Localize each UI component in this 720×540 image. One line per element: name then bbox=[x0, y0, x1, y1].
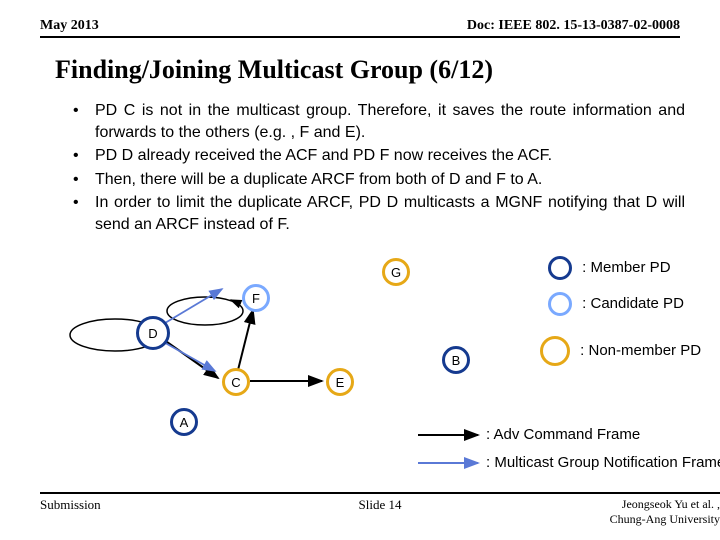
legend-candidate: : Candidate PD bbox=[548, 292, 684, 316]
footer-left: Submission bbox=[40, 497, 101, 513]
bullet-list: PD C is not in the multicast group. Ther… bbox=[65, 100, 685, 238]
node-d: D bbox=[136, 316, 170, 350]
header-date: May 2013 bbox=[40, 18, 99, 34]
node-c: C bbox=[222, 368, 250, 396]
node-g: G bbox=[382, 258, 410, 286]
bullet-item: PD D already received the ACF and PD F n… bbox=[65, 145, 685, 167]
footer: Submission Slide 14 Jeongseok Yu et al. … bbox=[40, 492, 720, 526]
legend-nonmember: : Non-member PD bbox=[540, 336, 701, 366]
footer-right: Jeongseok Yu et al. , Chung-Ang Universi… bbox=[610, 497, 720, 526]
node-f: F bbox=[242, 284, 270, 312]
candidate-dot-icon bbox=[548, 292, 572, 316]
legend-adv: : Adv Command Frame bbox=[486, 426, 640, 443]
bullet-item: PD C is not in the multicast group. Ther… bbox=[65, 100, 685, 143]
legend-mgnf: : Multicast Group Notification Frame bbox=[486, 454, 720, 471]
member-dot-icon bbox=[548, 256, 572, 280]
node-b: B bbox=[442, 346, 470, 374]
bullet-item: In order to limit the duplicate ARCF, PD… bbox=[65, 192, 685, 235]
page-title: Finding/Joining Multicast Group (6/12) bbox=[55, 55, 493, 85]
node-e: E bbox=[326, 368, 354, 396]
node-a: A bbox=[170, 408, 198, 436]
nonmember-dot-icon bbox=[540, 336, 570, 366]
legend-candidate-label: : Candidate PD bbox=[582, 295, 684, 312]
legend-member: : Member PD bbox=[548, 256, 671, 280]
legend-nonmember-label: : Non-member PD bbox=[580, 342, 701, 359]
header-doc: Doc: IEEE 802. 15-13-0387-02-0008 bbox=[467, 18, 680, 34]
footer-center: Slide 14 bbox=[359, 497, 402, 513]
bullet-item: Then, there will be a duplicate ARCF fro… bbox=[65, 169, 685, 191]
legend-member-label: : Member PD bbox=[582, 259, 670, 276]
legend-adv-label: : Adv Command Frame bbox=[486, 426, 640, 443]
legend-mgnf-label: : Multicast Group Notification Frame bbox=[486, 454, 720, 471]
